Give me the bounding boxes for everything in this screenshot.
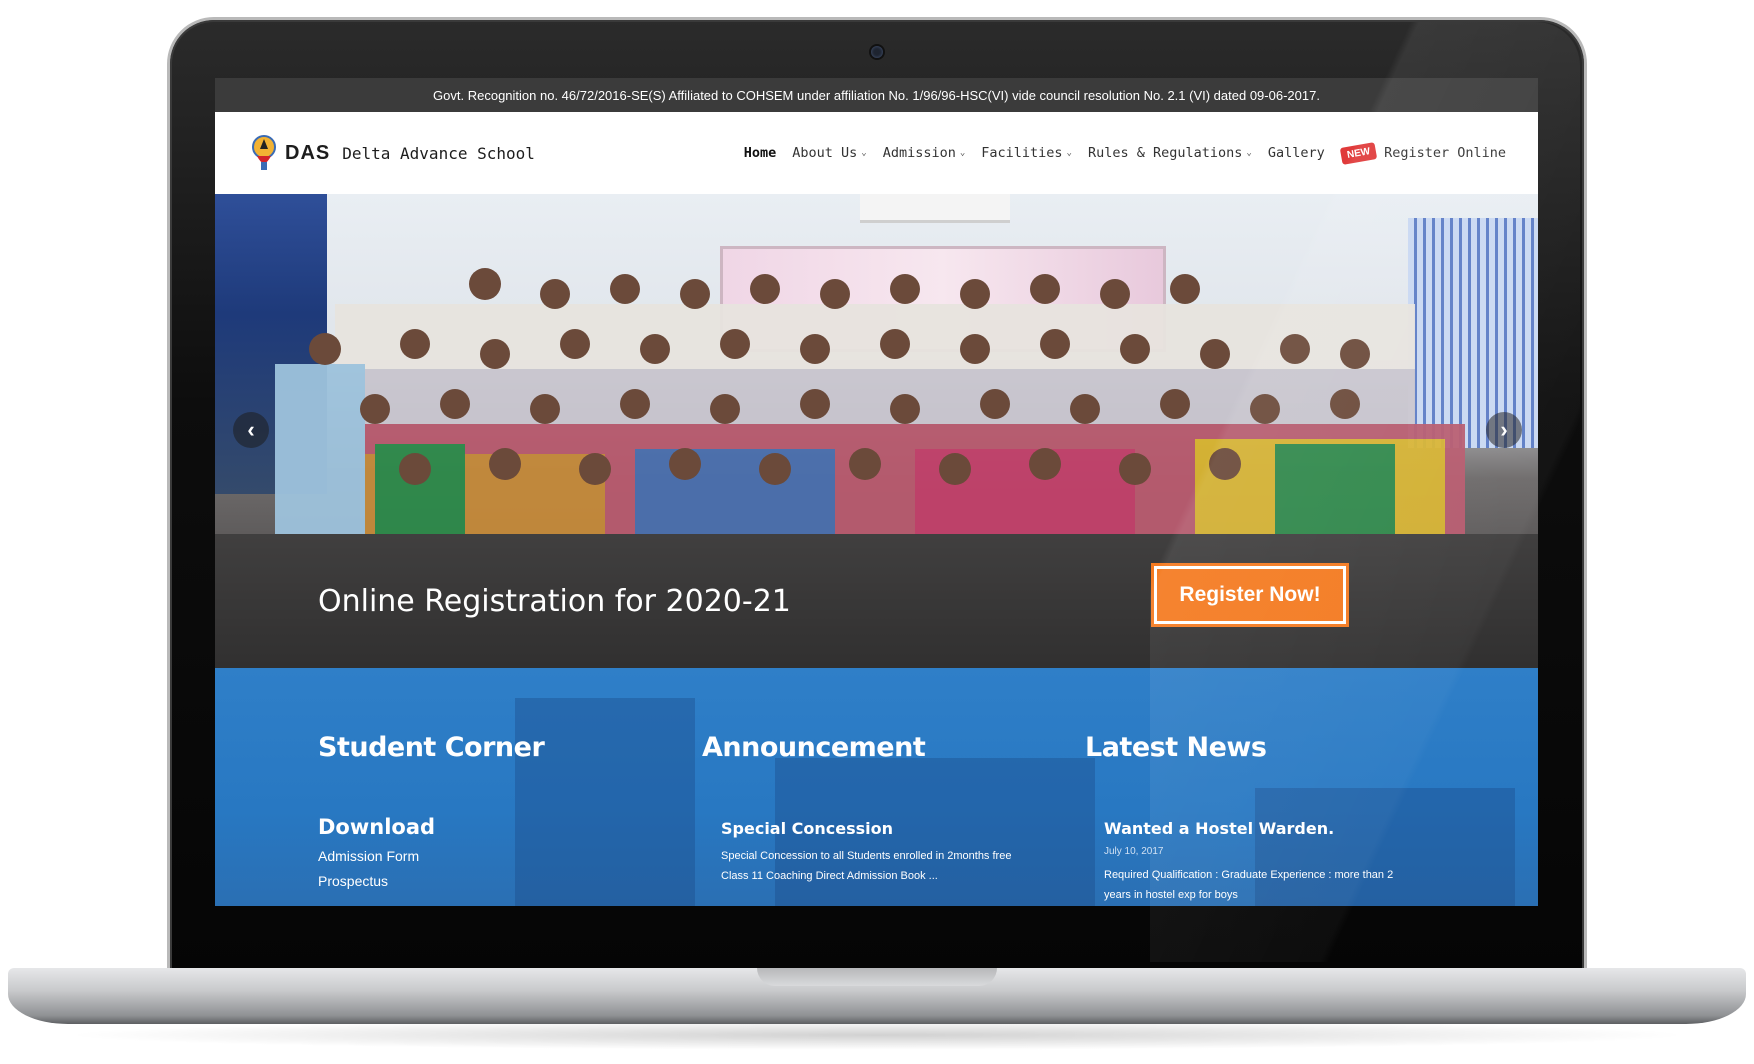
school-emblem-icon bbox=[252, 135, 276, 170]
top-notice-bar: Govt. Recognition no. 46/72/2016-SE(S) A… bbox=[215, 78, 1538, 112]
news-item-date: July 10, 2017 bbox=[1104, 846, 1164, 857]
register-now-button[interactable]: Register Now! bbox=[1151, 563, 1349, 627]
site-header: DAS Delta Advance School Home About Us ⌄… bbox=[215, 112, 1538, 194]
info-section: Student Corner Download Admission Form P… bbox=[215, 668, 1538, 906]
nav-register-label: Register Online bbox=[1384, 145, 1506, 161]
nav-rules-label: Rules & Regulations bbox=[1087, 145, 1243, 161]
laptop-notch bbox=[757, 968, 997, 986]
webcam-icon bbox=[871, 46, 883, 58]
nav-home[interactable]: Home bbox=[744, 145, 777, 161]
slider-next-button[interactable]: › bbox=[1486, 412, 1522, 448]
chevron-down-icon: ⌄ bbox=[861, 148, 867, 158]
chevron-left-icon: ‹ bbox=[247, 417, 255, 442]
news-item-text: Required Qualification : Graduate Experi… bbox=[1104, 869, 1394, 901]
hero-caption: Online Registration for 2020-21 bbox=[318, 584, 791, 619]
student-corner-column: Student Corner Download Admission Form P… bbox=[318, 732, 545, 889]
nav-gallery-label: Gallery bbox=[1267, 145, 1325, 161]
laptop-shadow bbox=[60, 1020, 1694, 1050]
nav-about-us-label: About Us bbox=[792, 145, 858, 161]
chevron-right-icon: › bbox=[1500, 417, 1508, 442]
nav-home-label: Home bbox=[743, 145, 777, 161]
nav-facilities-label: Facilities bbox=[981, 145, 1063, 161]
logo-abbreviation: DAS bbox=[285, 141, 331, 164]
prospectus-link[interactable]: Prospectus bbox=[318, 873, 544, 889]
new-badge: NEW bbox=[1339, 141, 1378, 165]
latest-news-column: Latest News Wanted a Hostel Warden. July… bbox=[1085, 732, 1404, 905]
logo-school-name: Delta Advance School bbox=[342, 143, 535, 163]
announcement-column: Announcement Special Concession Special … bbox=[702, 732, 1021, 886]
site-logo[interactable]: DAS Delta Advance School bbox=[251, 134, 535, 172]
hero-slider: Online Registration for 2020-21 Register… bbox=[215, 194, 1538, 668]
main-nav: Home About Us ⌄ Admission ⌄ Facilities ⌄… bbox=[744, 141, 1506, 165]
nav-register-online[interactable]: NEW Register Online bbox=[1339, 141, 1506, 165]
nav-about-us[interactable]: About Us ⌄ bbox=[792, 145, 866, 161]
chevron-down-icon: ⌄ bbox=[959, 148, 966, 158]
nav-rules-regulations[interactable]: Rules & Regulations ⌄ bbox=[1088, 145, 1252, 161]
chevron-down-icon: ⌄ bbox=[1246, 148, 1252, 158]
chevron-down-icon: ⌄ bbox=[1066, 148, 1072, 158]
announcement-item-title[interactable]: Special Concession bbox=[721, 819, 1021, 838]
announcement-title: Announcement bbox=[702, 732, 926, 763]
recognition-notice: Govt. Recognition no. 46/72/2016-SE(S) A… bbox=[433, 87, 1320, 103]
latest-news-title: Latest News bbox=[1085, 732, 1267, 763]
slider-prev-button[interactable]: ‹ bbox=[233, 412, 269, 448]
admission-form-link[interactable]: Admission Form bbox=[318, 848, 544, 864]
nav-admission[interactable]: Admission ⌄ bbox=[883, 145, 966, 161]
download-heading: Download bbox=[318, 815, 436, 839]
nav-facilities[interactable]: Facilities ⌄ bbox=[981, 145, 1072, 161]
nav-admission-label: Admission bbox=[882, 145, 956, 161]
student-corner-title: Student Corner bbox=[318, 732, 545, 763]
announcement-item-text: Special Concession to all Students enrol… bbox=[721, 850, 1012, 882]
nav-gallery[interactable]: Gallery bbox=[1268, 145, 1325, 161]
news-item-title[interactable]: Wanted a Hostel Warden. bbox=[1104, 819, 1404, 838]
browser-screen: Govt. Recognition no. 46/72/2016-SE(S) A… bbox=[215, 78, 1538, 906]
